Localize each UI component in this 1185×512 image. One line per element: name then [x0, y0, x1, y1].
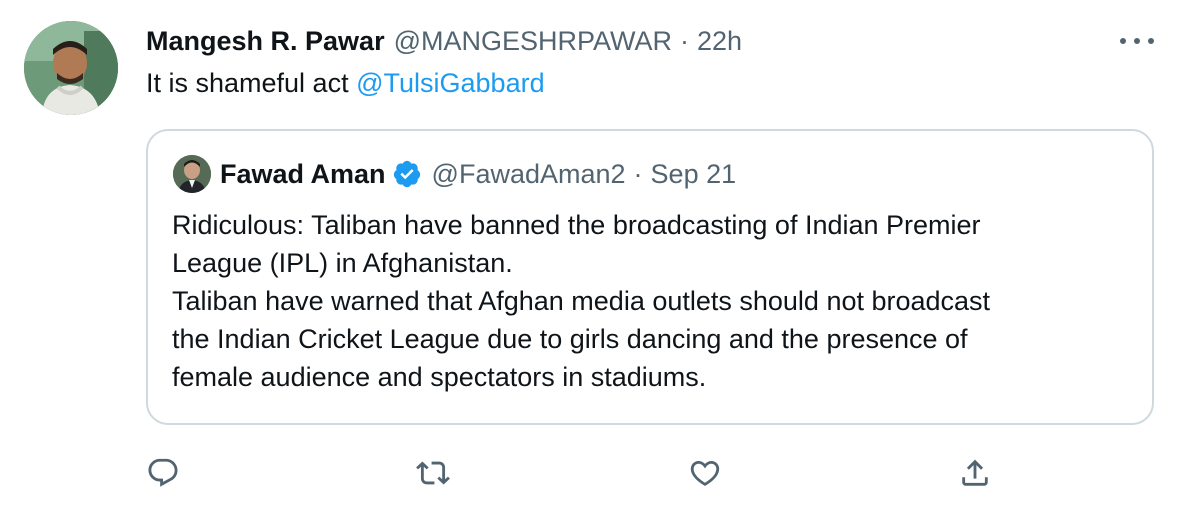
quoted-tweet-date[interactable]: Sep 21 — [651, 157, 737, 191]
more-dot — [1134, 38, 1140, 44]
quoted-text-line: Ridiculous: Taliban have banned the broa… — [172, 210, 981, 240]
tweet-action-bar — [0, 456, 1185, 490]
tweet-text-body: It is shameful act — [146, 68, 349, 98]
quoted-tweet-card[interactable]: Fawad Aman @FawadAman2 · Sep 21 Ridiculo… — [146, 129, 1154, 425]
more-options-icon[interactable] — [1120, 26, 1154, 56]
quoted-text-line: female audience and spectators in stadiu… — [172, 362, 707, 392]
tweet-timestamp[interactable]: 22h — [697, 24, 742, 58]
quoted-tweet-header: Fawad Aman @FawadAman2 · Sep 21 — [220, 157, 736, 191]
quoted-author-avatar[interactable] — [173, 155, 211, 193]
separator-dot: · — [633, 159, 643, 189]
share-icon — [962, 459, 988, 486]
more-dot — [1148, 38, 1154, 44]
retweet-button[interactable] — [416, 456, 450, 490]
author-avatar[interactable] — [24, 21, 118, 115]
mention-link[interactable]: @TulsiGabbard — [356, 68, 545, 98]
reply-button[interactable] — [146, 456, 180, 490]
retweet-icon — [416, 461, 450, 485]
separator-dot: · — [680, 26, 690, 56]
quoted-text-line: Taliban have warned that Afghan media ou… — [172, 286, 991, 316]
tweet-header: Mangesh R. Pawar @MANGESHRPAWAR · 22h — [146, 24, 742, 58]
more-dot — [1120, 38, 1126, 44]
author-name[interactable]: Mangesh R. Pawar — [146, 24, 385, 58]
author-handle[interactable]: @MANGESHRPAWAR — [394, 24, 672, 58]
quoted-author-name[interactable]: Fawad Aman — [220, 157, 386, 191]
quoted-author-handle[interactable]: @FawadAman2 — [432, 157, 626, 191]
share-button[interactable] — [958, 456, 992, 490]
like-icon — [690, 460, 720, 486]
quoted-text-line: League (IPL) in Afghanistan. — [172, 248, 513, 278]
verified-badge-icon — [393, 160, 420, 188]
quoted-text-line: the Indian Cricket League due to girls d… — [172, 324, 968, 354]
reply-icon — [148, 458, 178, 487]
quoted-tweet-text: Ridiculous: Taliban have banned the broa… — [172, 206, 1132, 396]
tweet-text: It is shameful act @TulsiGabbard — [146, 66, 545, 100]
like-button[interactable] — [688, 456, 722, 490]
